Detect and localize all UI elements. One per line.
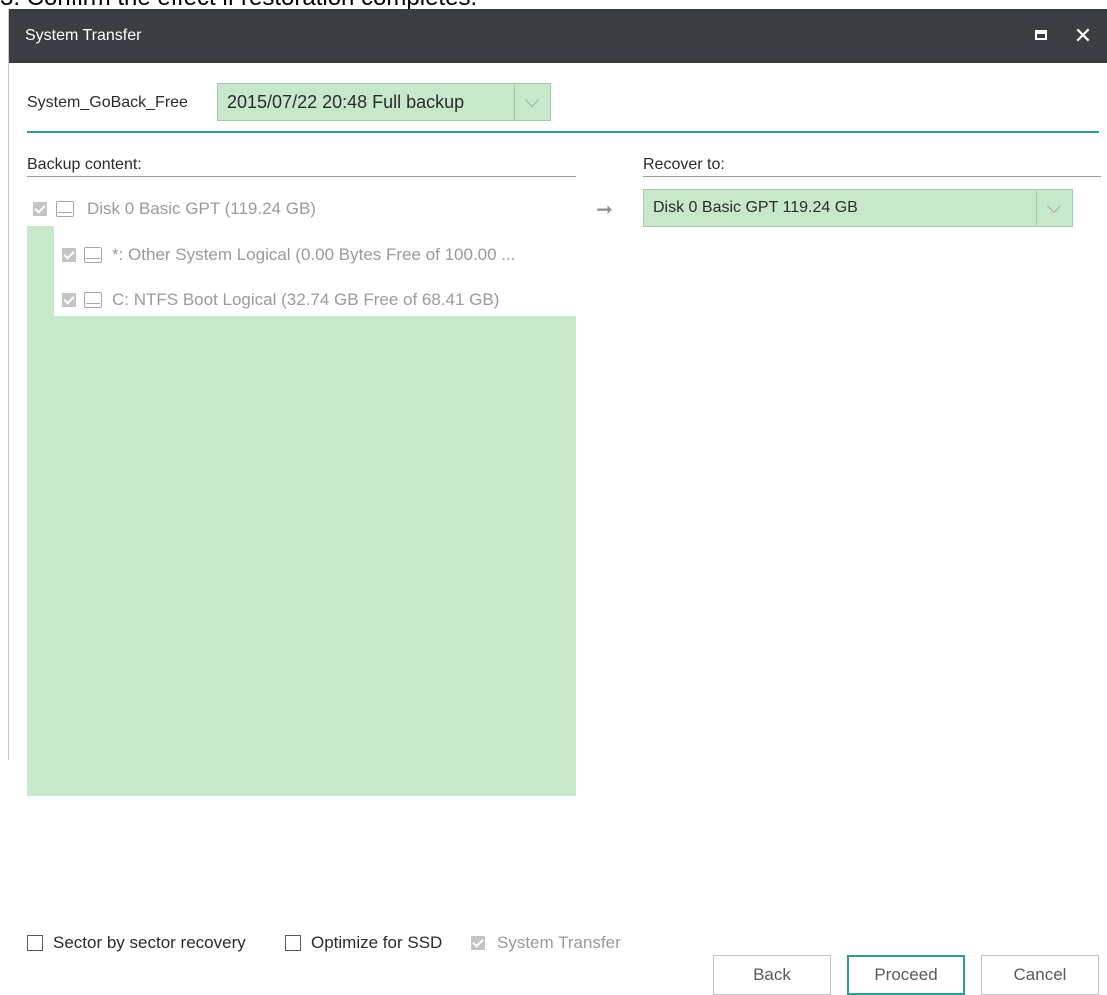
system-transfer-label: System Transfer xyxy=(497,933,621,952)
chevron-down-icon xyxy=(1046,198,1062,214)
cancel-button[interactable]: Cancel xyxy=(981,955,1099,995)
proceed-button[interactable]: Proceed xyxy=(847,955,965,995)
system-transfer-dialog: System Transfer ✕ System_GoBack_Free 201… xyxy=(8,9,1107,995)
disk-label: Disk 0 Basic GPT (119.24 GB) xyxy=(87,199,316,218)
backup-content-label: Backup content: xyxy=(27,156,142,173)
partition-checkbox[interactable] xyxy=(62,293,76,307)
title-bar: System Transfer ✕ xyxy=(9,9,1107,63)
backup-content-rule xyxy=(27,176,576,177)
back-button[interactable]: Back xyxy=(713,955,831,995)
backup-selector-row: System_GoBack_Free 2015/07/22 20:48 Full… xyxy=(9,83,1107,123)
backup-version-dropdown[interactable]: 2015/07/22 20:48 Full backup xyxy=(217,83,551,121)
backup-version-value: 2015/07/22 20:48 Full backup xyxy=(227,92,465,112)
window-title: System Transfer xyxy=(25,27,142,44)
disk-icon xyxy=(56,201,74,217)
tree-selection-area xyxy=(27,316,576,796)
sector-by-sector-label: Sector by sector recovery xyxy=(53,933,246,952)
dropdown-button[interactable] xyxy=(514,84,550,120)
optimize-ssd-checkbox[interactable] xyxy=(285,935,301,951)
maximize-icon[interactable] xyxy=(1035,30,1047,40)
sector-by-sector-checkbox[interactable] xyxy=(27,935,43,951)
recover-to-value: Disk 0 Basic GPT 119.24 GB xyxy=(653,199,858,216)
disk-icon xyxy=(84,292,102,308)
partition-checkbox[interactable] xyxy=(62,248,76,262)
recover-to-dropdown[interactable]: Disk 0 Basic GPT 119.24 GB xyxy=(643,189,1073,227)
chevron-down-icon xyxy=(524,92,540,108)
header-divider xyxy=(27,131,1099,133)
backup-name-label: System_GoBack_Free xyxy=(27,94,188,111)
partition-label: *: Other System Logical (0.00 Bytes Free… xyxy=(112,245,516,264)
disk-icon xyxy=(84,247,102,263)
backup-content-tree: Disk 0 Basic GPT (119.24 GB) *: Other Sy… xyxy=(27,192,576,942)
dropdown-button[interactable] xyxy=(1036,190,1072,226)
recover-to-label: Recover to: xyxy=(643,156,725,173)
disk-checkbox[interactable] xyxy=(33,202,47,216)
partition-label: C: NTFS Boot Logical (32.74 GB Free of 6… xyxy=(112,290,500,309)
close-icon[interactable]: ✕ xyxy=(1069,20,1097,52)
optimize-ssd-label: Optimize for SSD xyxy=(311,933,443,952)
system-transfer-checkbox xyxy=(471,936,485,950)
arrow-right-icon: ➞ xyxy=(596,199,613,221)
recover-to-rule xyxy=(643,176,1101,177)
